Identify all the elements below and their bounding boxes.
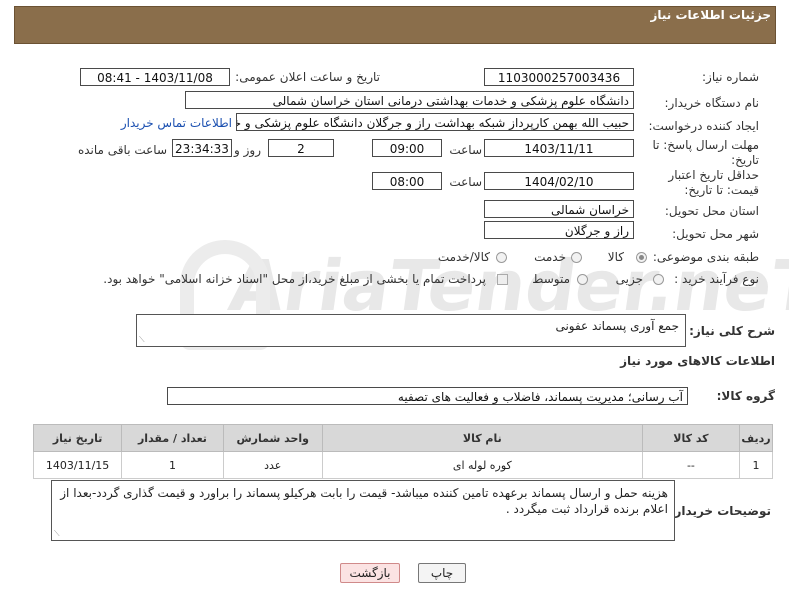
cell-item-name: کوره لوله ای <box>321 451 643 479</box>
table-header-row: ردیف کد کالا نام کالا واحد شمارش تعداد /… <box>32 424 773 452</box>
creator-label: ایجاد کننده درخواست: <box>648 119 759 133</box>
col-item-name: نام کالا <box>321 424 643 452</box>
validity-date-field[interactable]: 1404/02/10 <box>484 172 634 190</box>
buyer-notes-label: توضیحات خریدار: <box>669 504 771 518</box>
announce-label: تاریخ و ساعت اعلان عمومی: <box>235 70 380 84</box>
cell-unit: عدد <box>222 451 323 479</box>
category-service-radio[interactable] <box>571 252 582 263</box>
buyer-field[interactable]: دانشگاه علوم پزشکی و خدمات بهداشتی درمان… <box>185 91 634 109</box>
category-label: طبقه بندی موضوعی: <box>652 250 759 264</box>
print-button[interactable]: چاپ <box>418 563 466 583</box>
city-label: شهر محل تحویل: <box>672 227 759 241</box>
treasury-payment-checkbox[interactable] <box>497 274 508 285</box>
summary-label: شرح کلی نیاز: <box>689 324 775 338</box>
category-goods-label: کالا <box>607 250 624 264</box>
category-mixed-label: کالا/خدمت <box>437 250 490 264</box>
col-unit: واحد شمارش <box>222 424 323 452</box>
need-number-field[interactable]: 1103000257003436 <box>484 68 634 86</box>
days-label: روز و <box>234 143 261 157</box>
remaining-label: ساعت باقی مانده <box>77 143 167 157</box>
validity-time-field[interactable]: 08:00 <box>372 172 442 190</box>
province-field[interactable]: خراسان شمالی <box>484 200 634 218</box>
goods-section-title: اطلاعات کالاهای مورد نیاز <box>620 354 775 368</box>
buyer-label: نام دستگاه خریدار: <box>664 96 760 110</box>
resize-handle-icon[interactable]: ⟋ <box>54 529 60 539</box>
buyer-notes-text: هزینه حمل و ارسال پسماند برعهده تامین کن… <box>60 486 668 516</box>
city-field[interactable]: راز و جرگلان <box>484 221 634 239</box>
treasury-payment-note: پرداخت تمام یا بخشی از مبلغ خرید،از محل … <box>103 272 486 286</box>
category-service-label: خدمت <box>534 250 566 264</box>
process-label: نوع فرآیند خرید : <box>674 272 759 286</box>
deadline-time-label: ساعت <box>449 143 482 157</box>
deadline-label: مهلت ارسال پاسخ: تا تاریخ: <box>652 138 759 167</box>
category-goods-radio[interactable] <box>636 252 647 263</box>
contact-buyer-link[interactable]: اطلاعات تماس خریدار <box>121 116 232 130</box>
announce-field[interactable]: 1403/11/08 - 08:41 <box>80 68 230 86</box>
goods-group-label: گروه کالا: <box>716 389 775 403</box>
panel-title: جزئیات اطلاعات نیاز <box>650 8 771 22</box>
cell-item-code: -- <box>641 451 741 479</box>
need-number-label: شماره نیاز: <box>702 70 759 84</box>
validity-time-label: ساعت <box>449 175 482 189</box>
col-row-number: ردیف <box>739 424 773 452</box>
resize-handle-icon[interactable]: ⟋ <box>139 335 145 345</box>
process-minor-label: جزیی <box>615 272 643 286</box>
col-need-date: تاریخ نیاز <box>32 424 123 452</box>
goods-table: ردیف کد کالا نام کالا واحد شمارش تعداد /… <box>32 424 773 479</box>
deadline-time-field[interactable]: 09:00 <box>372 139 442 157</box>
table-row[interactable]: 1 -- کوره لوله ای عدد 1 1403/11/15 <box>32 451 773 479</box>
deadline-date-field[interactable]: 1403/11/11 <box>484 139 634 157</box>
creator-field[interactable]: حبیب الله بهمن کارپرداز شبکه بهداشت راز … <box>236 113 634 131</box>
cell-quantity: 1 <box>121 451 224 479</box>
summary-text: جمع آوری پسماند عفونی <box>555 319 679 333</box>
days-field[interactable]: 2 <box>268 139 334 157</box>
goods-group-field[interactable]: آب رسانی؛ مدیریت پسماند، فاضلاب و فعالیت… <box>167 387 688 405</box>
cell-need-date: 1403/11/15 <box>32 451 123 479</box>
category-mixed-radio[interactable] <box>496 252 507 263</box>
process-minor-radio[interactable] <box>653 274 664 285</box>
back-button[interactable]: بازگشت <box>340 563 400 583</box>
province-label: استان محل تحویل: <box>664 204 759 218</box>
process-medium-radio[interactable] <box>577 274 588 285</box>
remaining-time-field[interactable]: 23:34:33 <box>172 139 232 157</box>
cell-row-number: 1 <box>739 451 773 479</box>
col-item-code: کد کالا <box>641 424 741 452</box>
validity-label: حداقل تاریخ اعتبار قیمت: تا تاریخ: <box>668 168 759 197</box>
buyer-notes-textarea[interactable]: هزینه حمل و ارسال پسماند برعهده تامین کن… <box>51 480 675 541</box>
summary-textarea[interactable]: جمع آوری پسماند عفونی ⟋ <box>136 314 686 347</box>
process-medium-label: متوسط <box>532 272 570 286</box>
col-quantity: تعداد / مقدار <box>121 424 224 452</box>
